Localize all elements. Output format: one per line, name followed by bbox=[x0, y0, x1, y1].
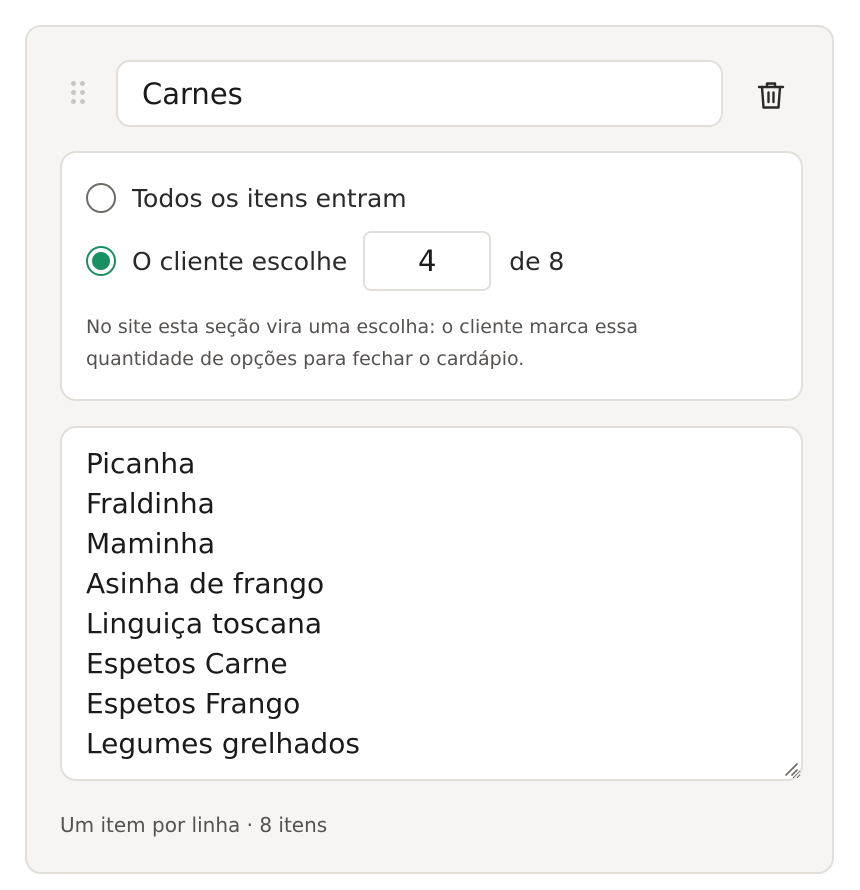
option-client-chooses-label: O cliente escolhe bbox=[132, 246, 348, 276]
radio-client-chooses[interactable] bbox=[86, 246, 116, 276]
delete-section-button[interactable] bbox=[753, 77, 789, 113]
items-count-note: Um item por linha · 8 itens bbox=[60, 813, 328, 837]
trash-icon bbox=[757, 82, 785, 109]
items-textarea[interactable]: Picanha Fraldinha Maminha Asinha de fran… bbox=[60, 426, 803, 781]
menu-section-card: Todos os itens entram O cliente escolhe … bbox=[25, 25, 834, 874]
resize-grip-icon[interactable] bbox=[783, 761, 799, 777]
option-client-chooses[interactable]: O cliente escolhe de 8 bbox=[86, 231, 564, 291]
choose-count-input[interactable] bbox=[363, 231, 492, 291]
selection-help-text: No site esta seção vira uma escolha: o c… bbox=[86, 316, 638, 370]
radio-all-items[interactable] bbox=[86, 183, 116, 213]
option-all-items[interactable]: Todos os itens entram bbox=[86, 180, 407, 216]
total-items-label: de 8 bbox=[509, 246, 565, 276]
selection-mode-panel: Todos os itens entram O cliente escolhe … bbox=[60, 151, 803, 401]
option-all-items-label: Todos os itens entram bbox=[132, 183, 407, 213]
drag-handle-icon[interactable] bbox=[71, 81, 87, 107]
section-title-input[interactable] bbox=[116, 60, 723, 127]
